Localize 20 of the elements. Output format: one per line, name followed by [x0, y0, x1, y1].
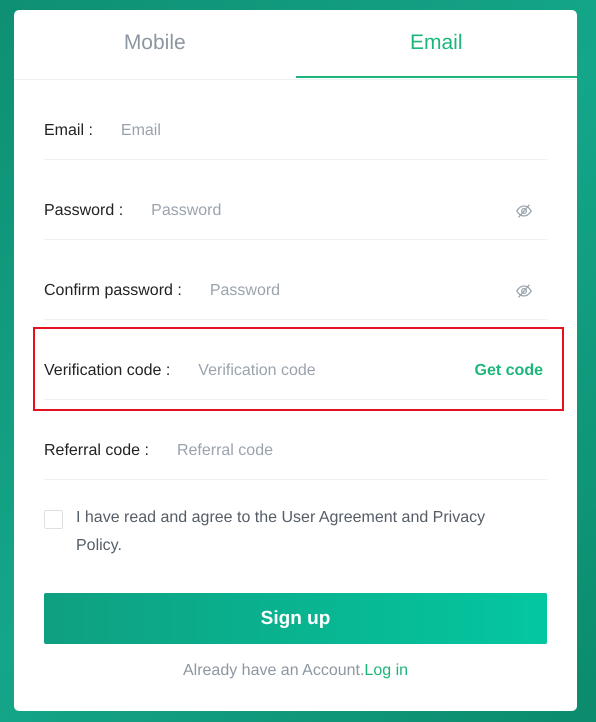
footer-text: Already have an Account. [182, 662, 364, 679]
login-link[interactable]: Log in [364, 662, 408, 679]
input-field[interactable]: Email [120, 122, 547, 140]
input-field[interactable]: Verification code [198, 362, 475, 380]
field-label: Verification code : [44, 362, 170, 380]
input-field[interactable]: Password [151, 202, 515, 220]
field-label: Referral code : [44, 442, 149, 460]
tab[interactable]: Email [296, 10, 577, 78]
tab[interactable]: Mobile [14, 10, 296, 78]
eye-slash-icon[interactable] [515, 202, 533, 220]
get-code-button[interactable]: Get code [474, 362, 547, 380]
field-label: Confirm password : [44, 282, 182, 300]
input-field[interactable]: Referral code [176, 442, 547, 460]
agreement-text: I have read and agree to the User Agreement and Privacy Policy. [76, 508, 486, 556]
field-label: Password : [44, 202, 124, 220]
eye-slash-icon[interactable] [515, 282, 533, 300]
checkbox[interactable] [44, 510, 63, 529]
input-field[interactable]: Password [210, 282, 515, 300]
field-label: Email : [44, 122, 93, 140]
sign-up-button[interactable]: Sign up [44, 593, 547, 644]
